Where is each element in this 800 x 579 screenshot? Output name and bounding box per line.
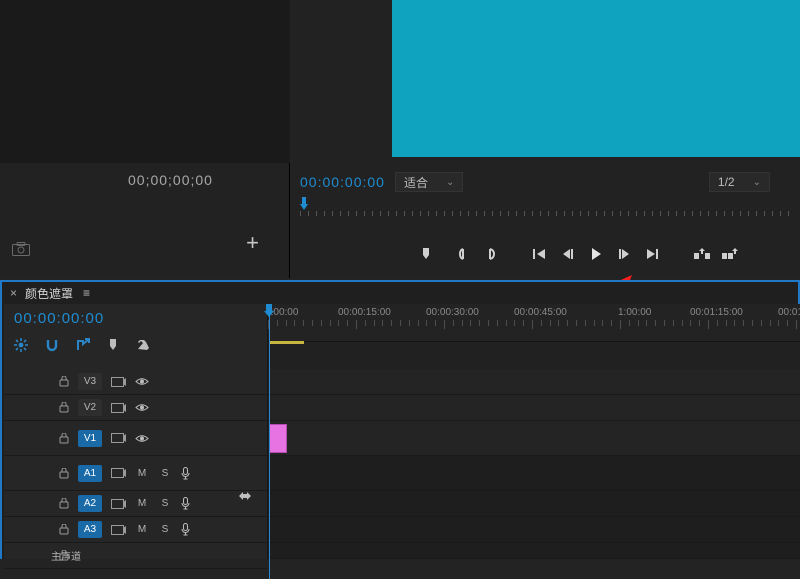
playhead-head-icon[interactable] [263,304,275,321]
playback-resolution-dropdown[interactable]: 1/2 ⌄ [709,172,770,192]
source-timecode[interactable]: 00;00;00;00 [128,172,213,188]
lane-a2[interactable] [268,491,800,517]
timeline-ruler[interactable]: |:00:00 00:00:15:00 00:00:30:00 00:00:45… [268,304,800,342]
track-output-icon[interactable] [111,525,126,535]
solo-button[interactable]: S [158,524,172,535]
voiceover-icon[interactable] [181,467,190,480]
track-output-icon[interactable] [111,468,126,478]
play-stop-toggle-button[interactable] [582,242,610,266]
track-header-a2[interactable]: A2 M S [4,491,268,517]
scrubber-playhead-icon[interactable] [298,197,310,211]
source-panel: 00;00;00;00 + [0,0,290,278]
lane-v2[interactable] [268,395,800,421]
lock-icon[interactable] [59,498,69,509]
lane-v3[interactable] [268,369,800,395]
ruler-label: 1:00:00 [618,307,651,318]
track-header-v1[interactable]: V1 [4,421,268,456]
add-button[interactable]: + [246,230,259,256]
work-area-bar[interactable] [269,341,304,344]
track-header-v3[interactable]: V3 [4,369,268,395]
eye-icon[interactable] [135,377,149,386]
timeline-tool-row [14,335,150,355]
step-forward-button[interactable] [610,242,638,266]
zoom-fit-label: 适合 [404,174,428,191]
track-header-column: V3 V2 V1 [4,369,268,569]
program-panel: 00:00:00:00 适合 ⌄ 1/2 ⌄ [292,0,800,278]
track-output-icon[interactable] [111,403,126,413]
clip-color-matte[interactable] [269,424,287,453]
solo-button[interactable]: S [158,498,172,509]
lane-a1[interactable] [268,456,800,491]
zoom-fit-dropdown[interactable]: 适合 ⌄ [395,172,463,192]
track-tag-a3[interactable]: A3 [78,521,102,538]
mute-button[interactable]: M [135,468,149,479]
chevron-down-icon: ⌄ [753,177,761,188]
snap-toggle-icon[interactable] [45,338,59,352]
ruler-label: 00:00:30:00 [426,307,479,318]
track-tag-a1[interactable]: A1 [78,465,102,482]
lock-icon[interactable] [59,376,69,387]
track-header-a1[interactable]: A1 M S [4,456,268,491]
go-to-in-button[interactable] [526,242,554,266]
program-monitor[interactable] [392,0,800,157]
eye-icon[interactable] [135,434,149,443]
timeline-header: × 颜色遮罩 ≡ [2,282,798,304]
track-output-icon[interactable] [111,377,126,387]
main-audio-label: 主声道 [51,548,81,563]
transport-bar [292,239,800,269]
track-header-v2[interactable]: V2 [4,395,268,421]
resolution-label: 1/2 [718,175,735,189]
ruler-label: 00:00:45:00 [514,307,567,318]
nest-sequence-icon[interactable] [14,338,28,352]
close-panel-button[interactable]: × [10,286,17,300]
step-back-button[interactable] [554,242,582,266]
mute-button[interactable]: M [135,524,149,535]
program-timecode[interactable]: 00:00:00:00 [300,174,385,190]
mark-out-button[interactable] [478,242,506,266]
sequence-name[interactable]: 颜色遮罩 [25,285,73,302]
voiceover-icon[interactable] [181,497,190,510]
track-header-main[interactable]: 主声道 [4,543,268,569]
sync-lock-icon[interactable] [238,490,252,505]
lane-v1[interactable] [268,421,800,456]
lift-button[interactable] [688,242,716,266]
timeline-panel: × 颜色遮罩 ≡ 00:00:00:00 V3 [0,280,800,559]
playhead-line[interactable] [269,304,270,579]
eye-icon[interactable] [135,403,149,412]
timeline-settings-icon[interactable] [136,338,150,352]
add-marker-button[interactable] [412,242,440,266]
lock-icon[interactable] [59,402,69,413]
add-marker-icon[interactable] [107,338,119,352]
ruler-label: 00:01:30:0 [778,307,800,318]
timeline-timecode[interactable]: 00:00:00:00 [14,310,104,327]
lock-icon[interactable] [59,524,69,535]
track-header-a3[interactable]: A3 M S [4,517,268,543]
mark-in-button[interactable] [450,242,478,266]
chevron-down-icon: ⌄ [446,177,454,188]
export-frame-icon[interactable] [12,242,30,256]
solo-button[interactable]: S [158,468,172,479]
mute-button[interactable]: M [135,498,149,509]
lock-icon[interactable] [59,468,69,479]
track-output-icon[interactable] [111,499,126,509]
lane-a3[interactable] [268,517,800,543]
ruler-label: 00:00:15:00 [338,307,391,318]
track-tag-a2[interactable]: A2 [78,495,102,512]
track-tag-v1[interactable]: V1 [78,430,102,447]
ruler-label: 00:01:15:00 [690,307,743,318]
go-to-out-button[interactable] [638,242,666,266]
extract-button[interactable] [716,242,744,266]
track-tag-v3[interactable]: V3 [78,373,102,390]
track-tag-v2[interactable]: V2 [78,399,102,416]
linked-selection-icon[interactable] [76,338,90,352]
source-monitor[interactable] [0,0,290,163]
track-output-icon[interactable] [111,433,126,443]
lock-icon[interactable] [59,433,69,444]
panel-menu-icon[interactable]: ≡ [83,286,92,300]
lane-main[interactable] [268,543,800,559]
voiceover-icon[interactable] [181,523,190,536]
